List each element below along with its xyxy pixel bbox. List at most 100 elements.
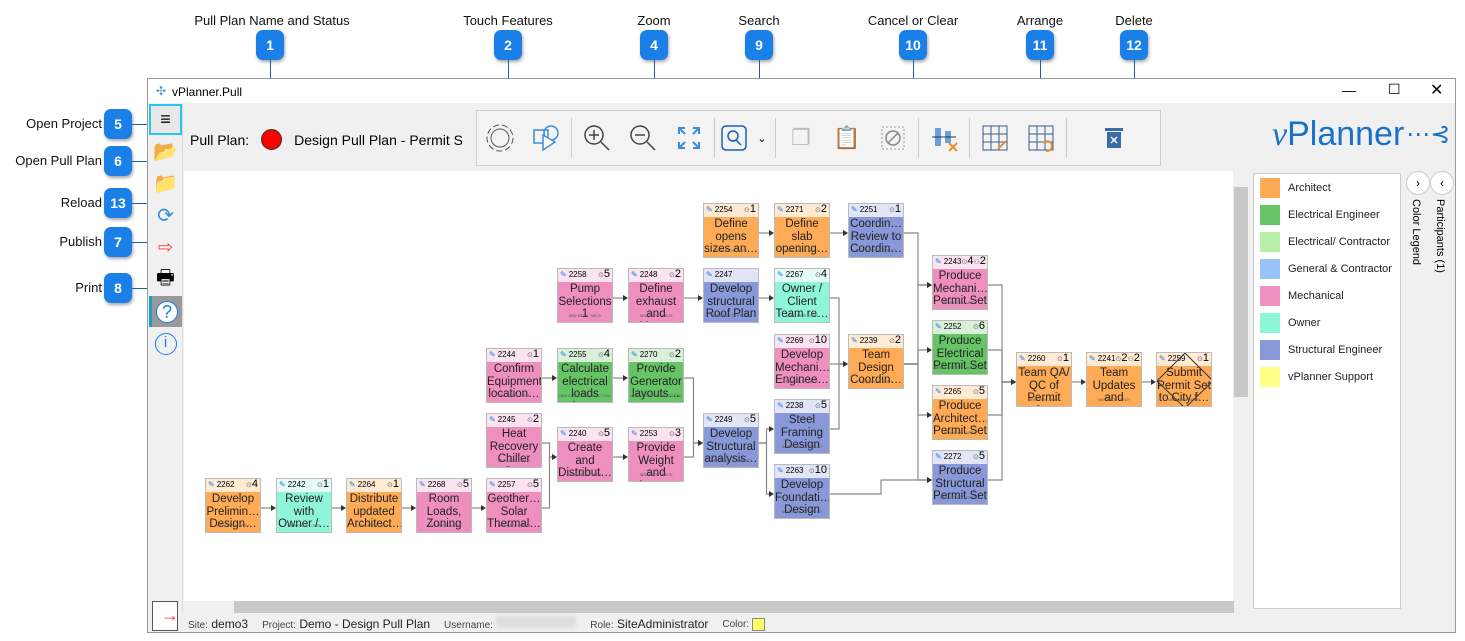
- task-card[interactable]: ✎2248⊙2 Define exhaust and Mec… NEW MECH…: [628, 268, 684, 323]
- minimize-button[interactable]: —: [1342, 82, 1356, 98]
- edit-icon[interactable]: ✎: [631, 349, 638, 362]
- close-button[interactable]: ✕: [1430, 80, 1443, 100]
- edit-icon[interactable]: ✎: [851, 335, 858, 348]
- dependency-link[interactable]: [988, 349, 1013, 383]
- horizontal-scrollbar[interactable]: [184, 601, 1234, 613]
- edit-icon[interactable]: ✎: [935, 321, 942, 334]
- edit-icon[interactable]: ✎: [935, 386, 942, 399]
- task-card[interactable]: ✎ 2257 ⊙5 Geother… Solar Thermal… NEW MECH…: [486, 478, 542, 533]
- edit-icon[interactable]: ✎: [706, 269, 713, 282]
- task-card[interactable]: ✎ 2265 ⊙5 Produce Architect… Permit Set NE…: [932, 385, 988, 440]
- task-card[interactable]: ✎ 2270 ⊙2 Provide Generator layouts… NEW E…: [628, 348, 684, 403]
- arrange-auto-button[interactable]: [972, 115, 1018, 161]
- task-card[interactable]: ✎ 2238 ⊙5 Steel Framing Design NEW STRUCT …: [774, 399, 830, 454]
- edit-icon[interactable]: ✎: [706, 204, 713, 217]
- dependency-link[interactable]: [830, 297, 845, 365]
- maximize-button[interactable]: ☐: [1388, 81, 1401, 98]
- task-card[interactable]: ✎ 2244 ⊙1 Confirm Equipment location… NEW …: [486, 348, 542, 403]
- tab-participants[interactable]: Participants (1): [1434, 199, 1446, 273]
- tab-color-legend[interactable]: Color Legend: [1410, 199, 1422, 265]
- edit-icon[interactable]: ✎: [419, 479, 426, 492]
- dependency-link[interactable]: [830, 363, 845, 430]
- dependency-link[interactable]: [904, 363, 929, 416]
- dependency-link[interactable]: [988, 381, 1013, 416]
- menu-button[interactable]: ≡: [149, 104, 182, 135]
- edit-icon[interactable]: ✎: [631, 428, 638, 441]
- task-card[interactable]: ✎ 2269 ⊙10 Develop Mechani… Enginee… NEW M…: [774, 334, 830, 389]
- open-pull-plan-button[interactable]: 📁: [149, 168, 182, 199]
- zoom-out-button[interactable]: [620, 115, 666, 161]
- task-card[interactable]: ✎2245⊙2 Heat Recovery Chiller S… NEW MEC…: [486, 413, 542, 468]
- open-project-button[interactable]: 📂: [149, 136, 182, 167]
- dependency-link[interactable]: [542, 456, 554, 509]
- dependency-link[interactable]: [904, 284, 929, 365]
- task-card[interactable]: ✎ 2259 ⊙1 Submit Permit Set to City f… NEW…: [1156, 352, 1212, 407]
- task-card[interactable]: ✎ 2247 Develop structural Roof Plan NEW S…: [703, 268, 759, 323]
- search-button[interactable]: [717, 115, 751, 161]
- task-card[interactable]: ✎2241⊙2⚇2 Team Updates and post… NEW ARC…: [1086, 352, 1142, 407]
- task-card[interactable]: ✎ 2258 ⊙5 Pump Selections 1 NEW MECH - MEC…: [557, 268, 613, 323]
- annotations-button[interactable]: [523, 115, 569, 161]
- edit-icon[interactable]: ✎: [489, 479, 496, 492]
- pull-plan-canvas[interactable]: ✎ 2254 ⊙1 Define opens sizes an… NEW ARCH …: [184, 171, 1233, 601]
- task-card[interactable]: ✎ 2242 ⊙1 Review with Owner /… NEW OWNR - …: [276, 478, 332, 533]
- dependency-link[interactable]: [904, 363, 929, 481]
- task-card[interactable]: ✎ 2271 ⊙2 Define slab opening… NEW ARCH - …: [774, 203, 830, 258]
- dependency-link[interactable]: [904, 232, 929, 286]
- task-card[interactable]: ✎2268⊙5 Room Loads, Zoning a… NEW MECH -…: [416, 478, 472, 533]
- edit-icon[interactable]: ✎: [560, 269, 567, 282]
- task-card[interactable]: ✎2253⊙3 Provide Weight and loca… NEW MEC…: [628, 427, 684, 482]
- task-card[interactable]: ✎ 2272 ⊙5 Produce Structural Permit Set NE…: [932, 450, 988, 505]
- scrollbar-thumb[interactable]: [1234, 187, 1248, 397]
- delete-button[interactable]: [1091, 115, 1137, 161]
- edit-icon[interactable]: ✎: [777, 465, 784, 478]
- edit-icon[interactable]: ✎: [208, 479, 215, 492]
- cancel-clear-button[interactable]: [870, 115, 916, 161]
- task-card[interactable]: ✎ 2254 ⊙1 Define opens sizes an… NEW ARCH …: [703, 203, 759, 258]
- edit-icon[interactable]: ✎: [777, 204, 784, 217]
- fit-to-screen-button[interactable]: [666, 115, 712, 161]
- task-card[interactable]: ✎ 2252 ⊙6 Produce Electrical Permit Set NE…: [932, 320, 988, 375]
- edit-icon[interactable]: ✎: [489, 414, 496, 427]
- task-card[interactable]: ✎ 2240 ⊙5 Create and Distribut… NEW MECH -…: [557, 427, 613, 482]
- edit-icon[interactable]: ✎: [706, 414, 713, 427]
- dependency-link[interactable]: [988, 284, 1013, 383]
- edit-icon[interactable]: ✎: [560, 349, 567, 362]
- edit-icon[interactable]: ✎: [777, 335, 784, 348]
- dependency-link[interactable]: [904, 349, 929, 365]
- edit-icon[interactable]: ✎: [777, 400, 784, 413]
- task-card[interactable]: ✎2255⊙4 Calculate electrical loads ba… N…: [557, 348, 613, 403]
- dependency-link[interactable]: [759, 442, 771, 495]
- paste-button[interactable]: 📋: [824, 115, 870, 161]
- edit-icon[interactable]: ✎: [489, 349, 496, 362]
- task-card[interactable]: ✎ 2262 ⊙4 Develop Prelimin… Design… NEW AR…: [205, 478, 261, 533]
- arrange-undo-button[interactable]: [1018, 115, 1064, 161]
- dependency-link[interactable]: [988, 381, 1013, 481]
- pull-plan-name[interactable]: Design Pull Plan - Permit Sub: [294, 132, 462, 148]
- edit-icon[interactable]: ✎: [1089, 353, 1096, 366]
- task-card[interactable]: ✎2260⊙1 Team QA/ QC of Permit S… NEW ARC…: [1016, 352, 1072, 407]
- task-card[interactable]: ✎ 2243 ⊙4⚇2 Produce Mechani… Permit Set NE…: [932, 255, 988, 310]
- edit-icon[interactable]: ✎: [631, 269, 638, 282]
- help-button[interactable]: ?: [149, 296, 182, 327]
- dependency-link[interactable]: [684, 442, 700, 458]
- search-dropdown-button[interactable]: ⌄: [751, 115, 773, 161]
- expand-color-legend-button[interactable]: ›: [1406, 171, 1430, 195]
- logout-button[interactable]: →: [152, 601, 179, 631]
- edit-icon[interactable]: ✎: [851, 204, 858, 217]
- scrollbar-thumb[interactable]: [234, 601, 1234, 613]
- touch-mode-button[interactable]: [477, 115, 523, 161]
- vertical-scrollbar[interactable]: [1233, 171, 1249, 601]
- task-card[interactable]: ✎ 2239 ⊙2 Team Design Coordin… NEW ARCH - …: [848, 334, 904, 389]
- task-card[interactable]: ✎ 2249 ⊙5 Develop Structural analysis… NEW…: [703, 413, 759, 468]
- edit-icon[interactable]: ✎: [1019, 353, 1026, 366]
- expand-participants-button[interactable]: ‹: [1430, 171, 1454, 195]
- task-card[interactable]: ✎ 2263 ⊙10 Develop Foundati… Design NEW ST…: [774, 464, 830, 519]
- task-card[interactable]: ✎ 2251 ⊙1 Coordin… Review to Coordin… NEW …: [848, 203, 904, 258]
- publish-button[interactable]: ⇨: [149, 232, 182, 263]
- edit-icon[interactable]: ✎: [279, 479, 286, 492]
- dependency-link[interactable]: [684, 377, 700, 444]
- dependency-link[interactable]: [830, 479, 929, 495]
- reload-button[interactable]: ⟳: [149, 200, 182, 231]
- align-button[interactable]: [921, 115, 967, 161]
